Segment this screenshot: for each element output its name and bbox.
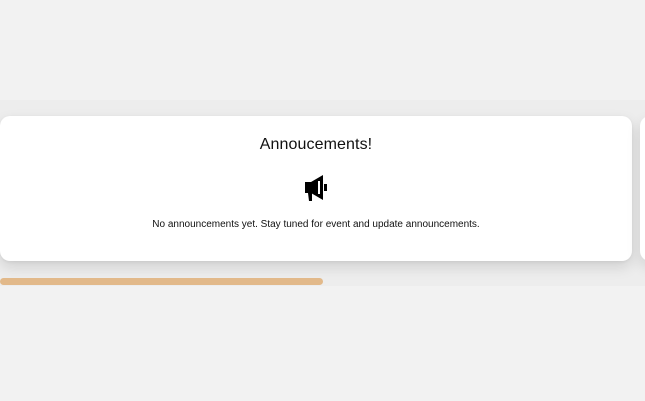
carousel-scrollbar[interactable]	[0, 278, 645, 286]
announcements-title: Annoucements!	[259, 136, 373, 153]
next-card-peek[interactable]	[640, 116, 645, 261]
scrollbar-thumb[interactable]	[0, 278, 323, 285]
megaphone-icon	[302, 172, 330, 204]
announcements-message: No announcements yet. Stay tuned for eve…	[152, 219, 480, 230]
announcements-card: Annoucements! No announcements yet. Stay…	[0, 116, 632, 261]
